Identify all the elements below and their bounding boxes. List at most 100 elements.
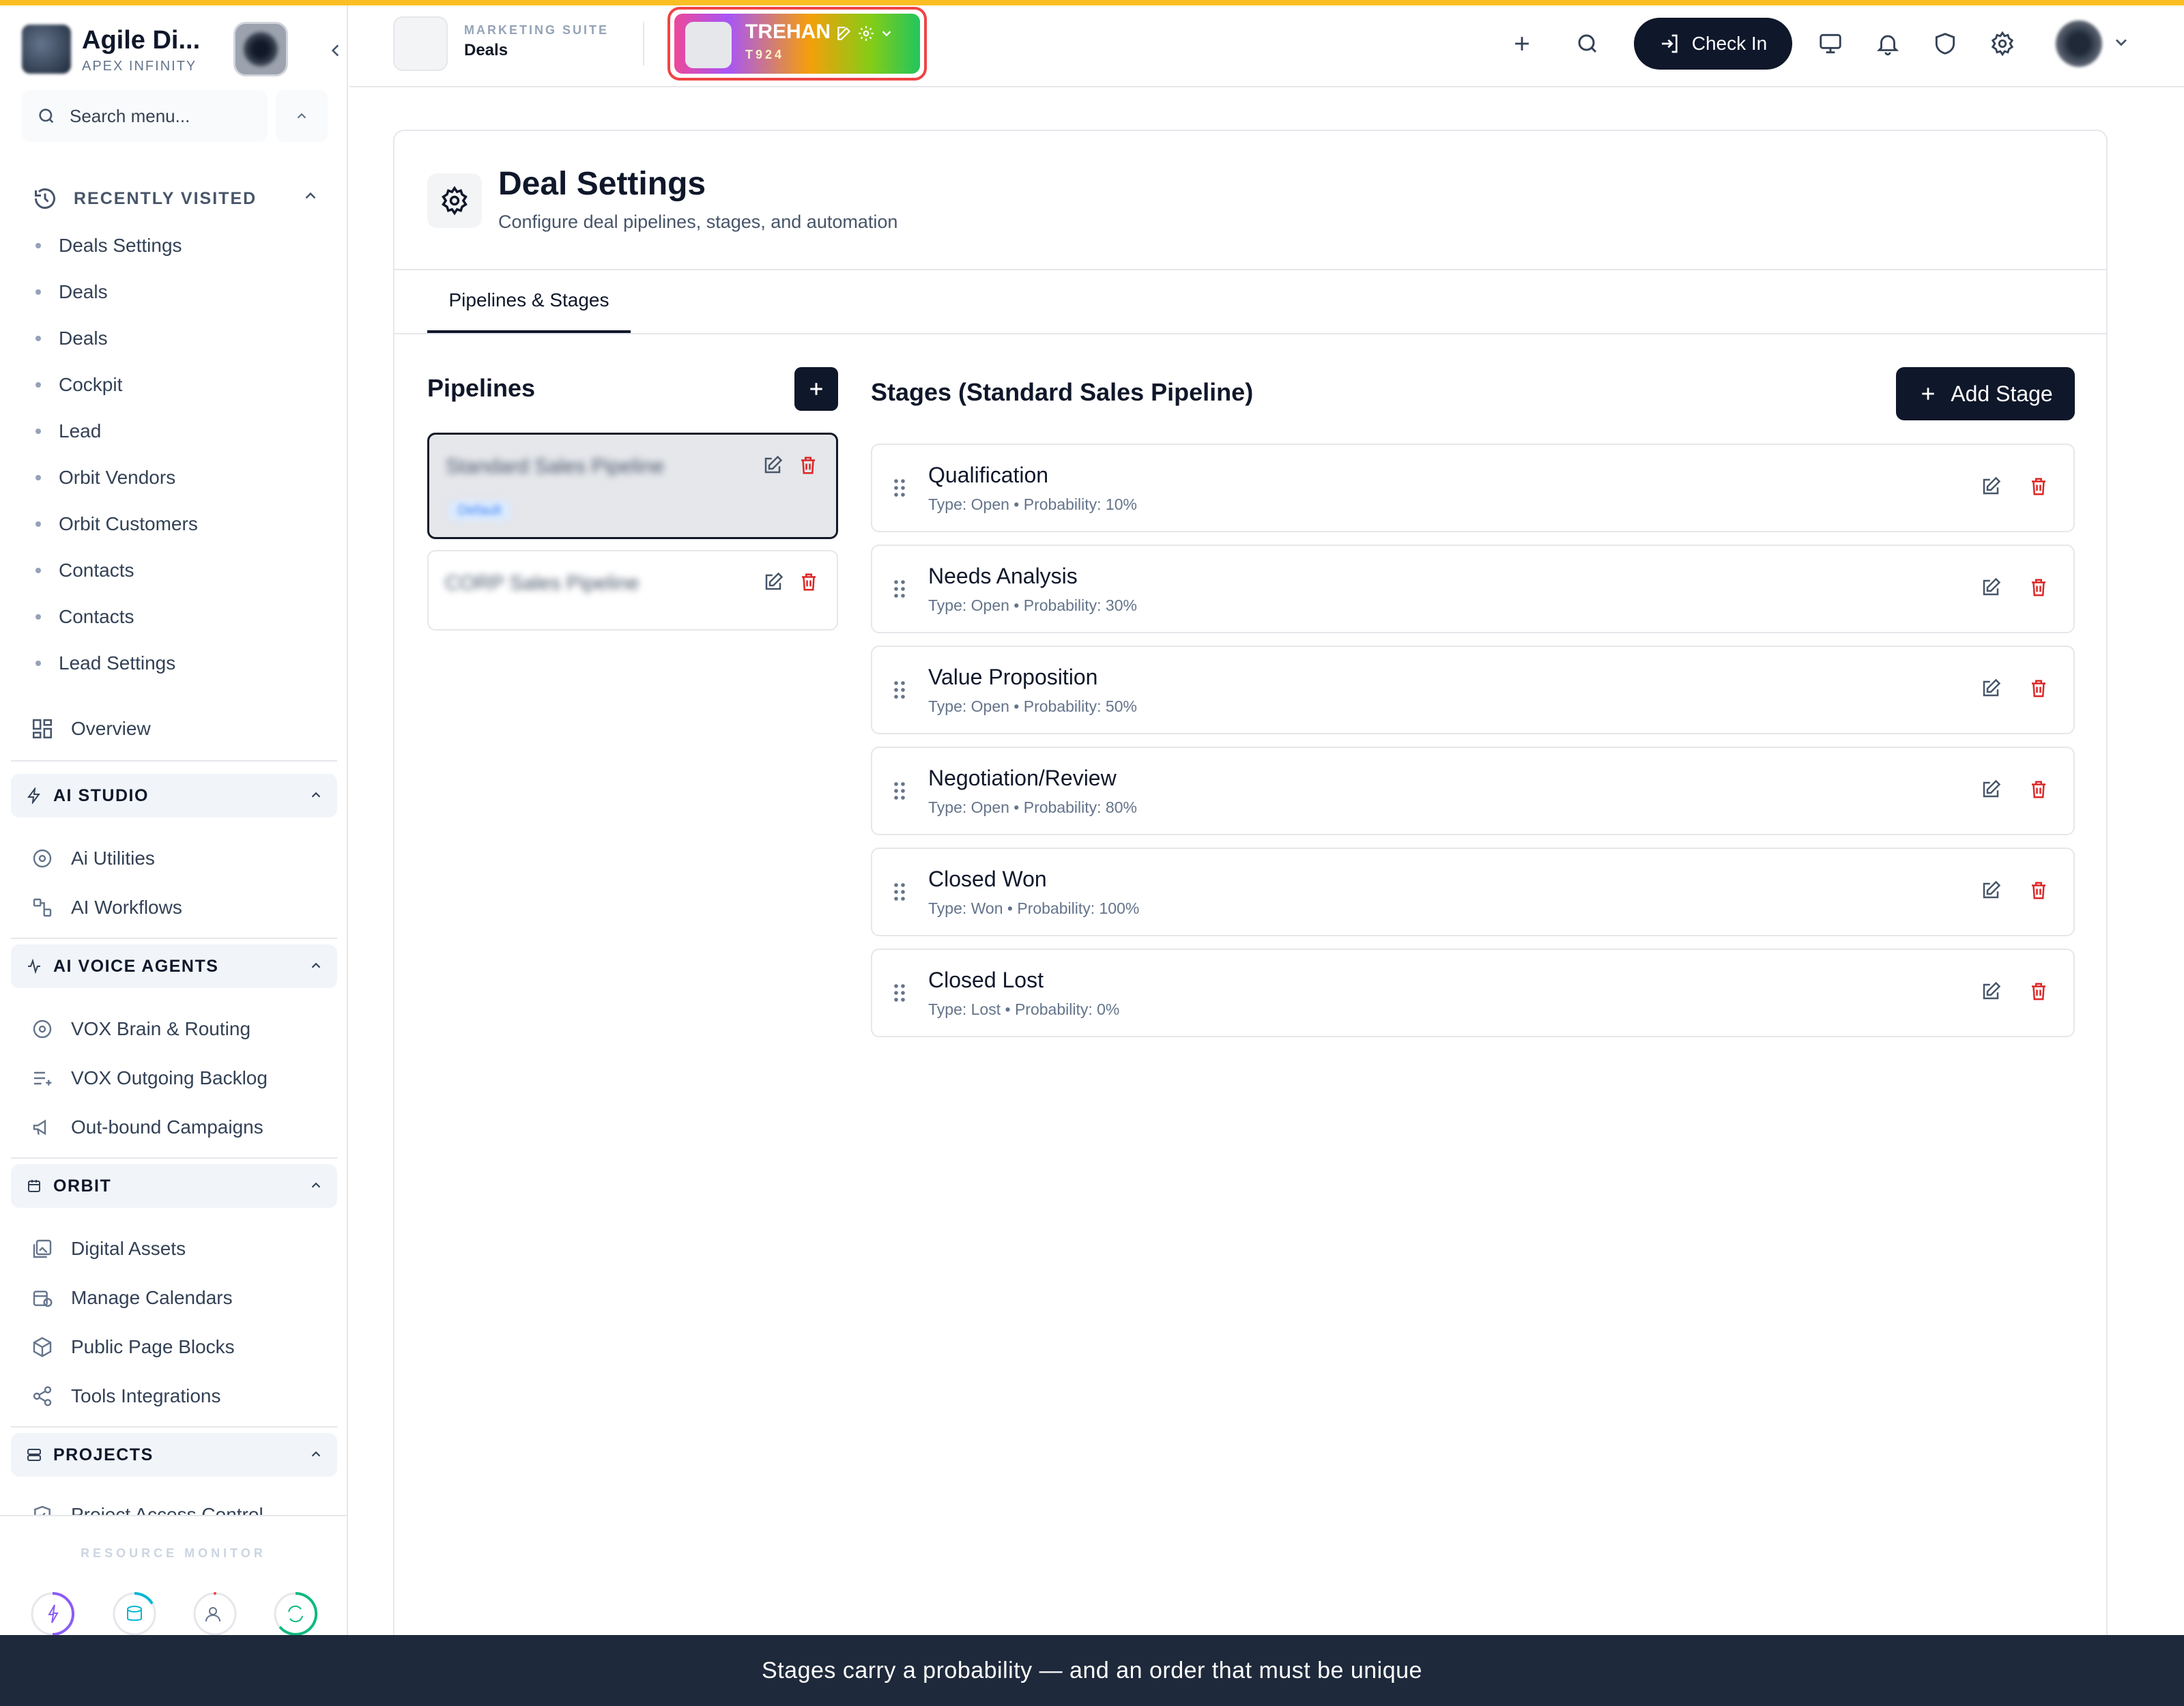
recent-item[interactable]: Cockpit <box>35 362 322 408</box>
edit-icon[interactable] <box>1981 779 2001 800</box>
tenant-switcher[interactable]: TREHAN T924 <box>667 7 927 81</box>
edit-icon[interactable] <box>1981 678 2001 699</box>
menu-search-input[interactable]: Search menu... <box>22 90 268 142</box>
chevron-down-icon[interactable] <box>2112 33 2131 52</box>
sidebar-item-digital-assets[interactable]: Digital Assets <box>29 1228 329 1269</box>
recently-visited-header[interactable]: RECENTLY VISITED <box>33 182 319 216</box>
global-search-button[interactable] <box>1566 22 1609 66</box>
recent-item[interactable]: Contacts <box>35 594 322 640</box>
plus-icon <box>810 383 822 395</box>
pipeline-item-selected[interactable]: Standard Sales Pipeline Default <box>427 433 838 539</box>
sidebar-item-vox-backlog[interactable]: VOX Outgoing Backlog <box>29 1058 329 1099</box>
section-ai-voice-agents[interactable]: AI VOICE AGENTS <box>11 944 337 988</box>
calendar-clock-icon <box>33 1290 53 1307</box>
edit-icon[interactable] <box>1981 577 2001 598</box>
search-icon <box>39 109 54 124</box>
trash-icon[interactable] <box>2028 981 2049 1002</box>
security-button[interactable] <box>1923 22 1967 66</box>
login-icon <box>1661 34 1678 53</box>
notifications-button[interactable] <box>1866 22 1910 66</box>
section-projects[interactable]: PROJECTS <box>11 1433 337 1477</box>
brand-name: Agile Di... <box>82 26 201 55</box>
stage-row[interactable]: Closed Won Type: Won • Probability: 100% <box>871 848 2075 936</box>
section-ai-studio[interactable]: AI STUDIO <box>11 774 337 818</box>
settings-button[interactable] <box>1981 22 2024 66</box>
activity-icon <box>28 958 40 974</box>
sidebar-item-vox-brain[interactable]: VOX Brain & Routing <box>29 1009 329 1050</box>
add-stage-button[interactable]: Add Stage <box>1896 367 2075 420</box>
pipeline-item[interactable]: CORP Sales Pipeline <box>427 550 838 631</box>
shield-icon <box>1935 33 1955 55</box>
stage-row[interactable]: Needs Analysis Type: Open • Probability:… <box>871 545 2075 633</box>
trash-icon[interactable] <box>2028 880 2049 901</box>
page-subtitle: Configure deal pipelines, stages, and au… <box>498 212 898 232</box>
trash-icon[interactable] <box>2028 476 2049 497</box>
workspace-avatar[interactable] <box>233 22 288 76</box>
sidebar-item-public-page-blocks[interactable]: Public Page Blocks <box>29 1327 329 1368</box>
dashboard-icon <box>32 719 53 739</box>
default-badge: Default <box>448 500 511 521</box>
check-in-button[interactable]: Check In <box>1634 18 1792 70</box>
trash-icon[interactable] <box>798 455 818 476</box>
stage-meta: Type: Open • Probability: 10% <box>928 495 1137 513</box>
drag-handle-icon[interactable] <box>893 882 906 902</box>
sidebar-item-tools-integrations[interactable]: Tools Integrations <box>29 1376 329 1417</box>
app-suite-label: MARKETING SUITE <box>464 23 609 37</box>
stage-row[interactable]: Closed Lost Type: Lost • Probability: 0% <box>871 949 2075 1037</box>
add-pipeline-button[interactable] <box>794 367 838 411</box>
trash-icon[interactable] <box>799 572 819 592</box>
sidebar-item-ai-utilities[interactable]: Ai Utilities <box>29 838 329 879</box>
divider <box>394 333 2106 334</box>
brand-logo <box>22 25 71 74</box>
recent-item[interactable]: Orbit Vendors <box>35 454 322 501</box>
edit-icon[interactable] <box>763 572 784 592</box>
stage-row[interactable]: Qualification Type: Open • Probability: … <box>871 444 2075 532</box>
edit-icon[interactable] <box>1981 981 2001 1002</box>
drag-handle-icon[interactable] <box>893 478 906 498</box>
trash-icon[interactable] <box>2028 577 2049 598</box>
edit-icon[interactable] <box>1981 476 2001 497</box>
recent-item[interactable]: Lead Settings <box>35 640 322 686</box>
trash-icon[interactable] <box>2028 678 2049 699</box>
create-button[interactable] <box>1500 22 1544 66</box>
app-icon[interactable] <box>393 16 448 71</box>
collapse-all-button[interactable] <box>276 90 328 142</box>
top-accent-stripe <box>0 0 2184 5</box>
recent-item[interactable]: Deals <box>35 315 322 362</box>
recent-item[interactable]: Deals <box>35 269 322 315</box>
workflow-icon <box>33 898 52 917</box>
recent-item[interactable]: Orbit Customers <box>35 501 322 547</box>
sidebar-item-manage-calendars[interactable]: Manage Calendars <box>29 1277 329 1318</box>
tab-pipelines-stages[interactable]: Pipelines & Stages <box>427 270 631 333</box>
divider <box>394 269 2106 270</box>
sidebar-item-ai-workflows[interactable]: AI Workflows <box>29 887 329 928</box>
drag-handle-icon[interactable] <box>893 680 906 700</box>
resource-monitor: RESOURCE MONITOR <box>0 1515 347 1635</box>
recent-item[interactable]: Deals Settings <box>35 222 322 269</box>
display-button[interactable] <box>1809 22 1852 66</box>
edit-icon[interactable] <box>1981 880 2001 901</box>
stage-row[interactable]: Value Proposition Type: Open • Probabili… <box>871 646 2075 734</box>
gear-icon[interactable] <box>857 25 875 42</box>
sidebar-item-outbound-campaigns[interactable]: Out-bound Campaigns <box>29 1107 329 1148</box>
edit-icon[interactable] <box>835 25 853 42</box>
edit-icon[interactable] <box>762 455 783 476</box>
recent-item[interactable]: Contacts <box>35 547 322 594</box>
drag-handle-icon[interactable] <box>893 579 906 599</box>
drag-handle-icon[interactable] <box>893 781 906 801</box>
tenant-logo <box>685 22 732 68</box>
section-orbit[interactable]: ORBIT <box>11 1164 337 1208</box>
chevron-down-icon[interactable] <box>879 26 894 41</box>
collapse-sidebar-button[interactable] <box>322 37 347 64</box>
stage-row[interactable]: Negotiation/Review Type: Open • Probabil… <box>871 747 2075 835</box>
recent-item[interactable]: Lead <box>35 408 322 454</box>
sidebar-item-overview[interactable]: Overview <box>29 708 329 749</box>
caption-banner: Stages carry a probability — and an orde… <box>0 1635 2184 1706</box>
user-avatar[interactable] <box>2056 20 2102 67</box>
stage-name: Negotiation/Review <box>928 766 1117 790</box>
tenant-name: TREHAN <box>745 20 831 43</box>
trash-icon[interactable] <box>2028 779 2049 800</box>
sync-gauge <box>273 1591 318 1635</box>
recently-visited-list: Deals Settings Deals Deals Cockpit Lead … <box>35 222 322 686</box>
drag-handle-icon[interactable] <box>893 983 906 1003</box>
